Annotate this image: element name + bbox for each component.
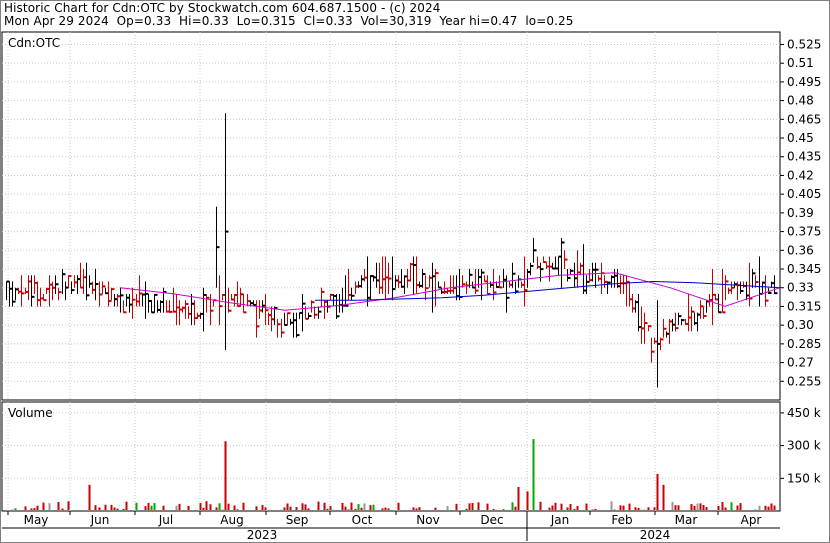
price-tick-label: 0.465 xyxy=(787,112,821,126)
price-tick-label: 0.42 xyxy=(787,168,814,182)
month-label: Jun xyxy=(90,513,110,527)
price-tick-label: 0.525 xyxy=(787,37,821,51)
price-tick-label: 0.27 xyxy=(787,356,814,370)
year-label-2024: 2024 xyxy=(640,528,671,542)
year-label-2023: 2023 xyxy=(247,528,278,542)
month-label: Sep xyxy=(286,513,309,527)
price-tick-label: 0.48 xyxy=(787,94,814,108)
month-label: Mar xyxy=(675,513,698,527)
outer-frame xyxy=(0,0,830,543)
price-tick-label: 0.30 xyxy=(787,318,814,332)
price-tick-label: 0.45 xyxy=(787,131,814,145)
month-label: Feb xyxy=(611,513,632,527)
price-tick-label: 0.255 xyxy=(787,374,821,388)
month-label: Aug xyxy=(220,513,243,527)
price-tick-label: 0.405 xyxy=(787,187,821,201)
price-tick-label: 0.51 xyxy=(787,56,814,70)
month-label: Jan xyxy=(550,513,570,527)
price-tick-label: 0.33 xyxy=(787,281,814,295)
price-tick-label: 0.36 xyxy=(787,243,814,257)
price-tick-label: 0.495 xyxy=(787,75,821,89)
volume-panel-label: Volume xyxy=(8,406,53,420)
month-label: May xyxy=(24,513,49,527)
month-label: Apr xyxy=(741,513,762,527)
month-label: Oct xyxy=(352,513,373,527)
volume-tick-label: 300 k xyxy=(787,439,821,453)
month-label: Dec xyxy=(480,513,503,527)
price-tick-label: 0.345 xyxy=(787,262,821,276)
price-panel-frame xyxy=(1,31,781,401)
price-tick-label: 0.375 xyxy=(787,225,821,239)
month-label: Jul xyxy=(158,513,173,527)
price-tick-label: 0.39 xyxy=(787,206,814,220)
chart-canvas: 0.525 0.51 0.495 0.48 0.465 0.45 0.435 0.42 0.40… xyxy=(0,0,830,543)
month-label: Nov xyxy=(416,513,439,527)
volume-tick-label: 150 k xyxy=(787,471,821,485)
price-tick-label: 0.315 xyxy=(787,299,821,313)
volume-tick-label: 450 k xyxy=(787,406,821,420)
price-panel-label: Cdn:OTC xyxy=(8,36,61,50)
price-tick-label: 0.435 xyxy=(787,150,821,164)
moving-average-long xyxy=(315,280,781,301)
price-tick-label: 0.285 xyxy=(787,337,821,351)
